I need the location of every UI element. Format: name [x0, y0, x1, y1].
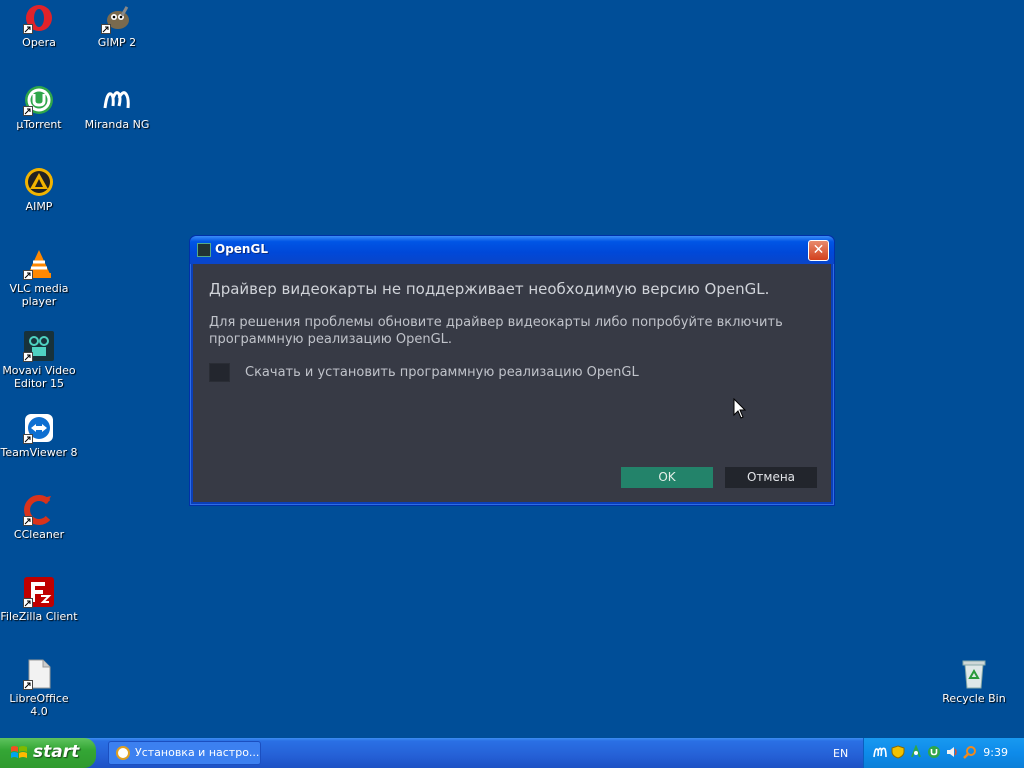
shield-icon[interactable]: [891, 745, 905, 759]
desktop-icon-libreoffice[interactable]: LibreOffice 4.0: [0, 658, 78, 718]
utorrent-icon[interactable]: [927, 745, 941, 759]
task-app-icon: [116, 746, 130, 760]
dialog-title: OpenGL: [215, 242, 268, 256]
opengl-dialog: OpenGL ✕ Драйвер видеокарты не поддержив…: [189, 235, 835, 506]
gimp-icon: [101, 2, 133, 34]
miranda-icon[interactable]: [873, 745, 887, 759]
desktop-icon-gimp[interactable]: GIMP 2: [78, 2, 156, 49]
desktop-icon-opera[interactable]: Opera: [0, 2, 78, 49]
filezilla-icon: [23, 576, 55, 608]
close-button[interactable]: ✕: [808, 240, 829, 261]
teamviewer-icon: [23, 412, 55, 444]
desktop-icon-label: VLC media player: [9, 282, 69, 308]
start-button[interactable]: start: [0, 738, 96, 768]
vlc-icon: [23, 248, 55, 280]
aimp-icon: [23, 166, 55, 198]
cancel-button[interactable]: Отмена: [725, 467, 817, 488]
desktop-icon-miranda[interactable]: Miranda NG: [78, 84, 156, 131]
dialog-description: Для решения проблемы обновите драйвер ви…: [209, 315, 783, 347]
ccleaner-icon: [23, 494, 55, 526]
language-indicator[interactable]: EN: [833, 747, 848, 760]
clock[interactable]: 9:39: [983, 746, 1008, 759]
desktop-icon-ccleaner[interactable]: CCleaner: [0, 494, 78, 541]
opera-icon: [23, 2, 55, 34]
desktop-icon-label: TeamViewer 8: [0, 446, 78, 459]
miranda-icon: [101, 84, 133, 116]
install-software-opengl-option[interactable]: Скачать и установить программную реализа…: [209, 363, 639, 382]
dialog-titlebar[interactable]: OpenGL ✕: [190, 236, 834, 264]
desktop-icon-filezilla[interactable]: FileZilla Client: [0, 576, 78, 623]
recycle-bin-icon: [958, 658, 990, 690]
install-software-opengl-checkbox[interactable]: [209, 363, 230, 382]
checkbox-label: Скачать и установить программную реализа…: [245, 365, 639, 380]
taskbar: start Установка и настро... EN 9:39: [0, 738, 1024, 768]
desktop-icon-utorrent[interactable]: µTorrent: [0, 84, 78, 131]
search-icon[interactable]: [963, 745, 977, 759]
desktop-icon-aimp[interactable]: AIMP: [0, 166, 78, 213]
volume-icon[interactable]: [945, 745, 959, 759]
start-label: start: [33, 742, 80, 762]
dialog-heading: Драйвер видеокарты не поддерживает необх…: [209, 280, 770, 298]
desktop-icon-vlc[interactable]: VLC media player: [0, 248, 78, 308]
libreoffice-icon: [23, 658, 55, 690]
desktop-icon-label: µTorrent: [16, 118, 62, 131]
desktop-icon-label: LibreOffice 4.0: [9, 692, 69, 718]
desktop-icon-movavi[interactable]: Movavi Video Editor 15: [0, 330, 78, 390]
mouse-cursor-icon: [733, 398, 747, 419]
ok-button[interactable]: OK: [621, 467, 713, 488]
desktop-icon-label: Movavi Video Editor 15: [2, 364, 76, 390]
network-icon[interactable]: [909, 745, 923, 759]
utorrent-icon: [23, 84, 55, 116]
taskbar-window-button[interactable]: Установка и настро...: [108, 741, 261, 765]
desktop-icon-label: FileZilla Client: [0, 610, 78, 623]
desktop-icon-label: AIMP: [25, 200, 53, 213]
desktop-icon-label: Miranda NG: [84, 118, 150, 131]
windows-logo-icon: [11, 746, 27, 758]
desktop-icon-label: Recycle Bin: [942, 692, 1006, 705]
desktop-icon-label: CCleaner: [13, 528, 65, 541]
desktop-icon-teamviewer[interactable]: TeamViewer 8: [0, 412, 78, 459]
taskbar-window-label: Установка и настро...: [135, 746, 260, 759]
desktop-icon-label: Opera: [22, 36, 56, 49]
desktop-icon-recycle-bin[interactable]: Recycle Bin: [935, 658, 1013, 705]
movavi-icon: [23, 330, 55, 362]
dialog-body: Драйвер видеокарты не поддерживает необх…: [193, 264, 831, 502]
app-icon: [197, 243, 211, 257]
system-tray: 9:39: [863, 738, 1024, 768]
desktop-icon-label: GIMP 2: [97, 36, 137, 49]
